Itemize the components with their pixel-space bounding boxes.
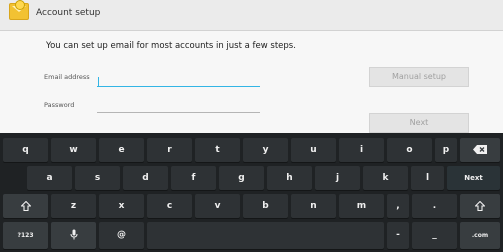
manual-setup-button[interactable]: Manual setup <box>369 67 469 87</box>
key-j[interactable]: j <box>315 166 360 190</box>
action-bar-title: Account setup <box>36 8 101 18</box>
password-label: Password <box>44 101 75 109</box>
text-cursor <box>98 77 99 86</box>
key-g[interactable]: g <box>219 166 264 190</box>
backspace-key[interactable] <box>460 138 500 162</box>
key-period[interactable]: . <box>412 194 457 218</box>
microphone-icon <box>70 229 77 240</box>
key-h[interactable]: h <box>267 166 312 190</box>
shift-icon <box>19 200 32 211</box>
email-address-field[interactable] <box>97 76 260 87</box>
key-o[interactable]: o <box>387 138 432 162</box>
email-app-icon[interactable] <box>9 0 29 20</box>
backspace-icon <box>473 145 487 154</box>
keyboard-next-key[interactable]: Next <box>447 166 500 190</box>
key-t[interactable]: t <box>195 138 240 162</box>
key-f[interactable]: f <box>171 166 216 190</box>
key-c[interactable]: c <box>147 194 192 218</box>
key-at[interactable]: @ <box>99 222 144 249</box>
key-b[interactable]: b <box>243 194 288 218</box>
key-m[interactable]: m <box>339 194 384 218</box>
key-u[interactable]: u <box>291 138 336 162</box>
intro-text: You can set up email for most accounts i… <box>46 41 296 51</box>
key-a[interactable]: a <box>27 166 72 190</box>
key-dash[interactable]: - <box>387 222 409 249</box>
key-y[interactable]: y <box>243 138 288 162</box>
password-field[interactable] <box>97 102 260 113</box>
key-s[interactable]: s <box>75 166 120 190</box>
key-p[interactable]: p <box>435 138 457 162</box>
action-bar: Account setup <box>0 0 503 31</box>
shift-key-right[interactable] <box>460 194 500 218</box>
key-i[interactable]: i <box>339 138 384 162</box>
spacebar-key[interactable] <box>147 222 384 249</box>
key-w[interactable]: w <box>51 138 96 162</box>
email-address-label: Email address <box>44 73 90 81</box>
shift-key-left[interactable] <box>3 194 48 218</box>
key-underscore[interactable]: _ <box>412 222 457 249</box>
key-q[interactable]: q <box>3 138 48 162</box>
key-n[interactable]: n <box>291 194 336 218</box>
key-comma[interactable]: , <box>387 194 409 218</box>
key-r[interactable]: r <box>147 138 192 162</box>
next-button[interactable]: Next <box>369 113 469 133</box>
key-x[interactable]: x <box>99 194 144 218</box>
key-v[interactable]: v <box>195 194 240 218</box>
key-l[interactable]: l <box>411 166 444 190</box>
soft-keyboard: q w e r t y u i o p a s d f g h j k l Ne… <box>0 133 503 252</box>
dotcom-key[interactable]: .com <box>460 222 500 249</box>
symbols-key[interactable]: ?123 <box>3 222 48 249</box>
shift-icon <box>474 200 486 211</box>
key-d[interactable]: d <box>123 166 168 190</box>
key-e[interactable]: e <box>99 138 144 162</box>
voice-input-key[interactable] <box>51 222 96 249</box>
key-k[interactable]: k <box>363 166 408 190</box>
key-z[interactable]: z <box>51 194 96 218</box>
